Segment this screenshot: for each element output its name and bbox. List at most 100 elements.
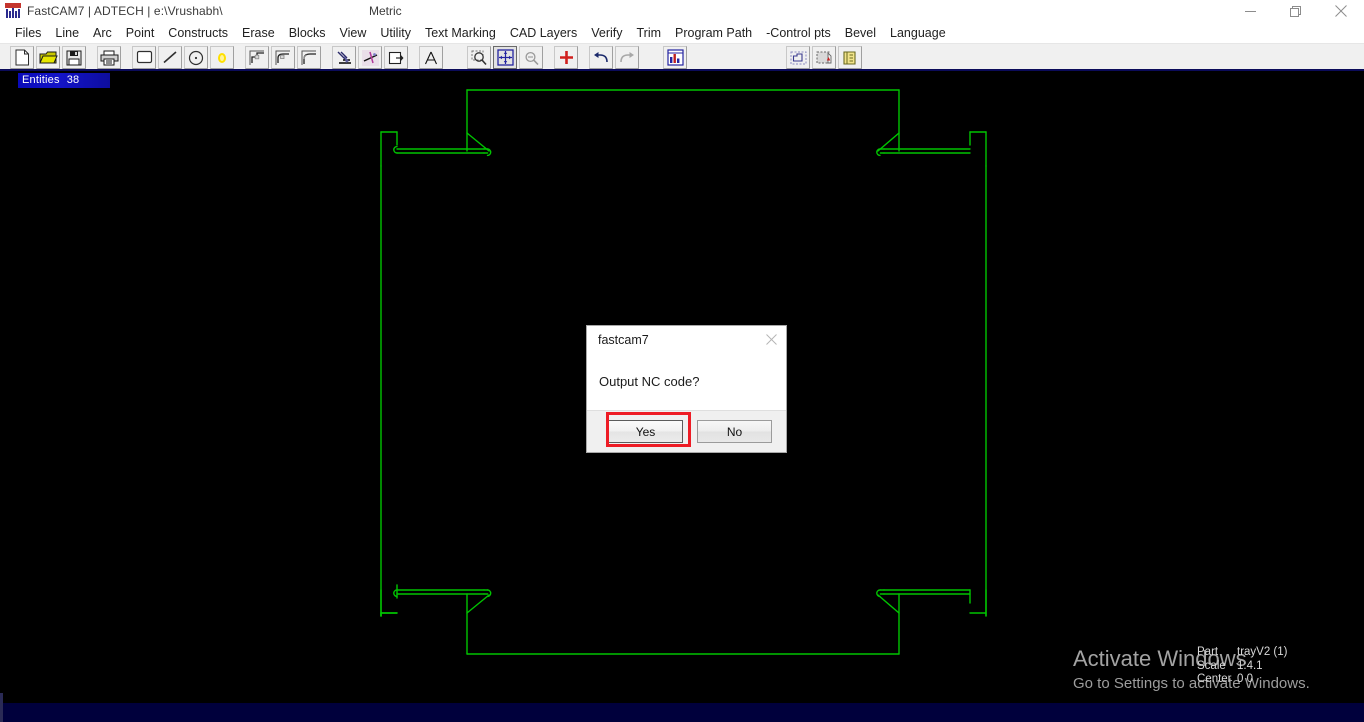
menu-item-cad-layers[interactable]: CAD Layers [503, 23, 584, 43]
printer-icon [100, 50, 118, 65]
nest-part-button[interactable] [786, 46, 810, 69]
units-label: Metric [369, 4, 402, 18]
yes-button[interactable]: Yes [608, 420, 683, 443]
menu-item-utility[interactable]: Utility [373, 23, 418, 43]
close-button[interactable] [1318, 0, 1364, 22]
circle-icon [188, 50, 204, 65]
zoom-window-button[interactable] [467, 46, 491, 69]
cut-path-icon [361, 49, 379, 66]
fastcam-application-window: FastCAM7 | ADTECH | e:\Vrushabh\ Metric [0, 0, 1364, 722]
menu-item-erase[interactable]: Erase [235, 23, 282, 43]
redo-arrow-icon [620, 51, 634, 62]
part-info-row-part: Part trayV2 (1) [1197, 646, 1288, 660]
close-icon [765, 333, 777, 345]
line-icon [163, 51, 177, 64]
text-button[interactable] [419, 46, 443, 69]
menu-item-program-path[interactable]: Program Path [668, 23, 759, 43]
zoom-fit-button[interactable] [493, 46, 517, 69]
menu-item-constructs[interactable]: Constructs [161, 23, 235, 43]
no-button[interactable]: No [697, 420, 772, 443]
point-icon [218, 52, 226, 63]
menu-item-text-marking[interactable]: Text Marking [418, 23, 503, 43]
menu-item-view[interactable]: View [333, 23, 374, 43]
chamfer-icon [249, 50, 264, 65]
maximize-button[interactable] [1273, 0, 1318, 22]
part-info-panel: Part trayV2 (1) Scale 1:4.1 Center 0 0 [1197, 646, 1288, 687]
zoom-window-icon [471, 50, 487, 65]
center-value: 0 0 [1237, 673, 1253, 685]
new-document-icon [15, 49, 29, 66]
point-button[interactable] [210, 46, 234, 69]
window-title: FastCAM7 | ADTECH | e:\Vrushabh\ [27, 4, 223, 18]
strip-handle [0, 693, 3, 722]
plate-button[interactable] [812, 46, 836, 69]
menu-bar: Files Line Arc Point Constructs Erase Bl… [0, 22, 1364, 44]
dialog-close-button[interactable] [760, 330, 782, 348]
menu-item-bevel[interactable]: Bevel [838, 23, 883, 43]
pierce-button[interactable] [332, 46, 356, 69]
arc-trim-icon [301, 50, 316, 65]
plate-icon [816, 51, 831, 63]
scale-label: Scale [1197, 659, 1226, 672]
dialog-footer: Yes No [587, 410, 786, 452]
chamfer-button[interactable] [245, 46, 269, 69]
output-nc-code-dialog: fastcam7 Output NC code? Yes No [586, 325, 787, 453]
dialog-message: Output NC code? [599, 374, 700, 389]
menu-item-files[interactable]: Files [8, 23, 48, 43]
rectangle-button[interactable] [132, 46, 156, 69]
entities-count: 38 [66, 74, 80, 86]
entities-label: Entities [22, 74, 60, 86]
open-file-button[interactable] [36, 46, 60, 69]
scale-value: 1:4.1 [1237, 659, 1263, 672]
menu-item-control-pts[interactable]: -Control pts [759, 23, 838, 43]
circle-button[interactable] [184, 46, 208, 69]
floppy-disk-icon [66, 50, 82, 65]
part-label: Part [1197, 646, 1219, 658]
red-plus-icon [559, 51, 573, 64]
redo-button[interactable] [615, 46, 639, 69]
lead-in-icon [388, 51, 403, 64]
close-icon [1335, 5, 1347, 17]
save-file-button[interactable] [62, 46, 86, 69]
fillet-button[interactable] [271, 46, 295, 69]
notes-icon [842, 50, 856, 65]
part-value: trayV2 (1) [1237, 646, 1288, 658]
add-entity-button[interactable] [554, 46, 578, 69]
menu-item-trim[interactable]: Trim [629, 23, 668, 43]
window-controls [1228, 0, 1364, 22]
arc-trim-button[interactable] [297, 46, 321, 69]
dialog-title: fastcam7 [598, 333, 649, 347]
menu-item-blocks[interactable]: Blocks [282, 23, 333, 43]
nc-code-button[interactable] [663, 46, 687, 69]
cut-path-button[interactable] [358, 46, 382, 69]
zoom-previous-icon [524, 51, 539, 65]
minimize-button[interactable] [1228, 0, 1273, 22]
undo-button[interactable] [589, 46, 613, 69]
new-file-button[interactable] [10, 46, 34, 69]
minimize-icon [1245, 10, 1256, 12]
notes-button[interactable] [838, 46, 862, 69]
title-bar: FastCAM7 | ADTECH | e:\Vrushabh\ Metric [0, 0, 1364, 22]
restore-icon [1290, 5, 1301, 17]
menu-item-arc[interactable]: Arc [86, 23, 119, 43]
fastcam-logo-icon [5, 3, 21, 19]
zoom-previous-button[interactable] [519, 46, 543, 69]
undo-arrow-icon [594, 51, 608, 62]
lead-in-button[interactable] [384, 46, 408, 69]
pierce-point-icon [337, 51, 351, 64]
open-folder-icon [38, 51, 58, 63]
zoom-fit-icon [496, 49, 514, 66]
nc-code-icon [666, 49, 684, 66]
main-toolbar [0, 44, 1364, 71]
entities-status-badge: Entities 38 [18, 73, 110, 88]
menu-item-verify[interactable]: Verify [584, 23, 629, 43]
center-label: Center [1197, 673, 1232, 685]
menu-item-point[interactable]: Point [119, 23, 162, 43]
fillet-icon [275, 50, 290, 65]
print-button[interactable] [97, 46, 121, 69]
menu-item-language[interactable]: Language [883, 23, 953, 43]
nest-part-icon [790, 51, 806, 64]
line-button[interactable] [158, 46, 182, 69]
menu-item-line[interactable]: Line [48, 23, 86, 43]
text-A-icon [425, 51, 437, 64]
